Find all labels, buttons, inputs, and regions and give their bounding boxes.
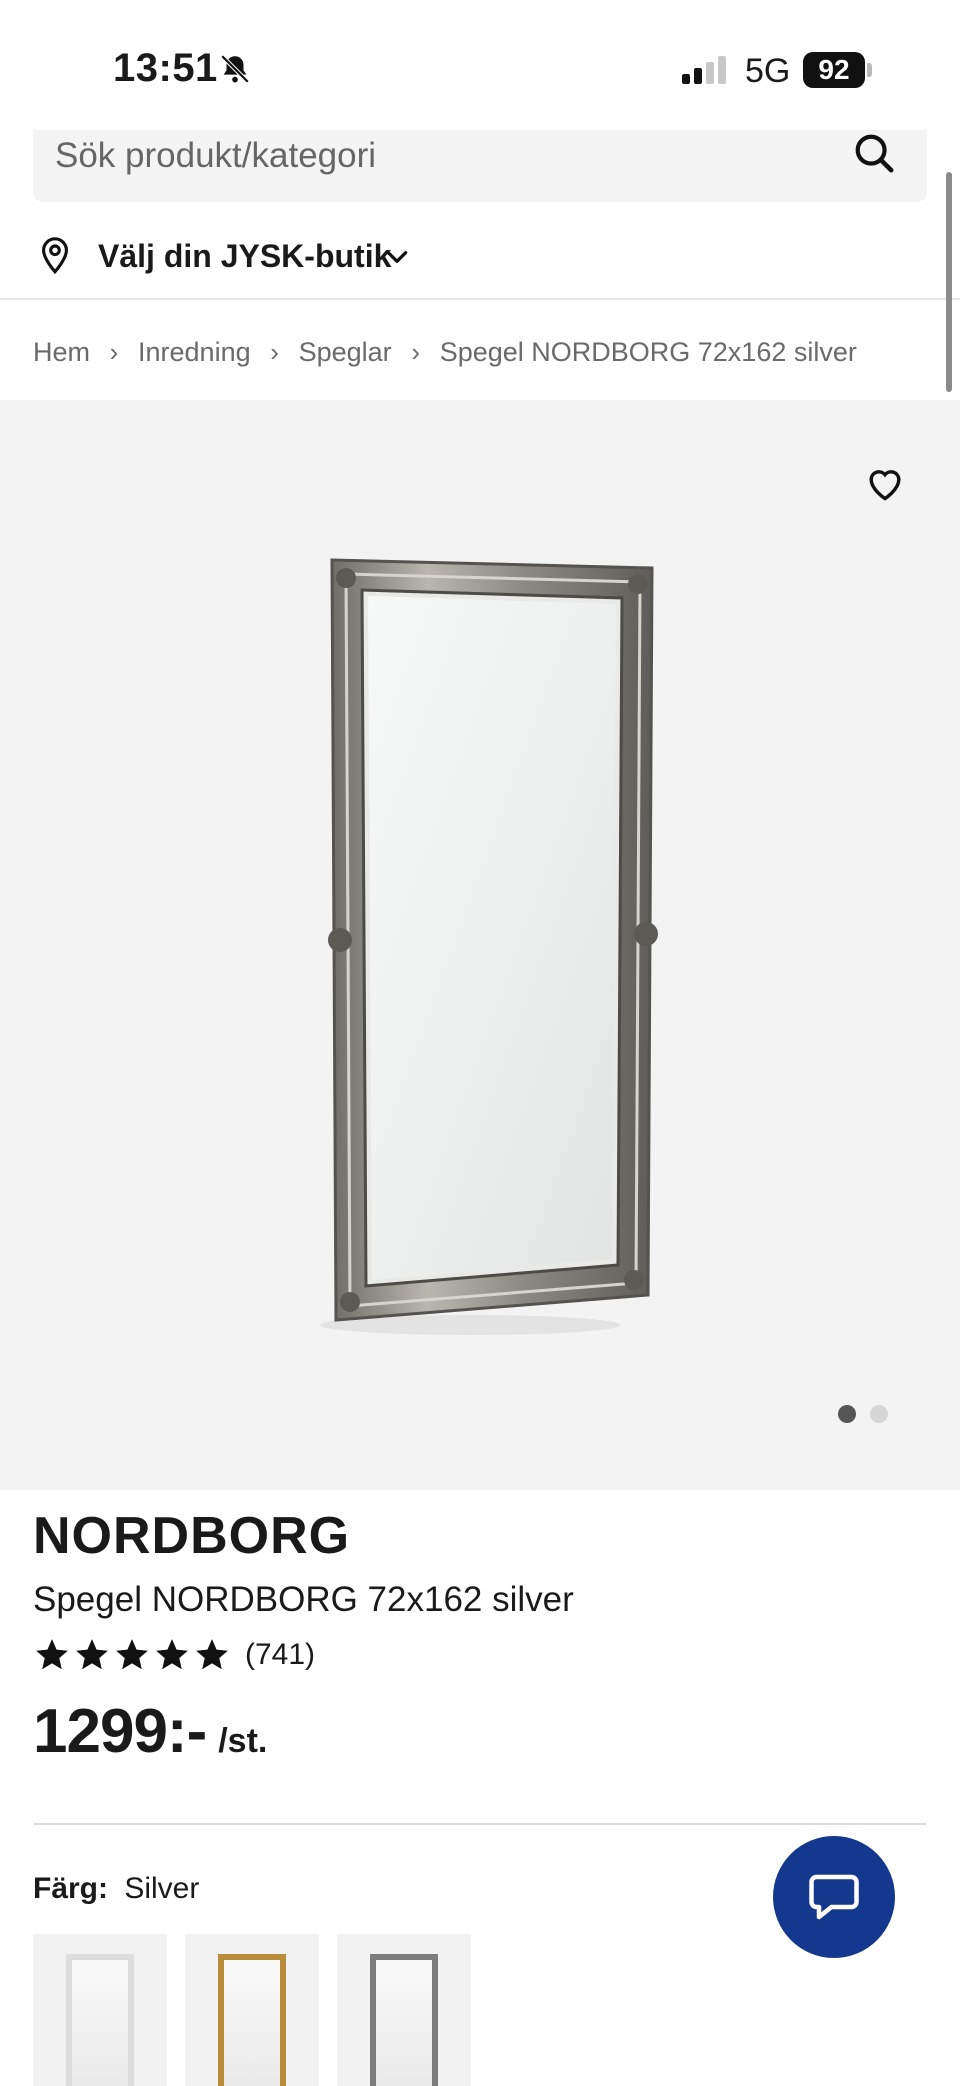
product-brand: NORDBORG: [33, 1507, 351, 1565]
chat-button[interactable]: [773, 1836, 895, 1958]
breadcrumb-item-inredning[interactable]: Inredning: [138, 337, 251, 368]
chevron-down-icon: [386, 251, 408, 263]
gallery-pagination: [838, 1405, 888, 1423]
star-icon: [116, 1639, 148, 1670]
swatch-image: [66, 1954, 134, 2086]
star-icon: [36, 1639, 68, 1670]
swatch-grey[interactable]: [337, 1934, 471, 2086]
store-selector-label: Välj din JYSK-butik: [98, 238, 392, 274]
review-count: (741): [245, 1638, 316, 1671]
status-bar: 13:51 5G 92: [0, 0, 960, 135]
breadcrumb-item-speglar[interactable]: Speglar: [299, 337, 392, 368]
product-name: Spegel NORDBORG 72x162 silver: [33, 1580, 574, 1619]
store-selector[interactable]: Välj din JYSK-butik: [0, 220, 960, 300]
star-icon: [196, 1639, 228, 1670]
chat-bubble-icon: [809, 1874, 859, 1920]
breadcrumb-separator: ›: [411, 336, 421, 367]
color-selector-label: Färg: Silver: [33, 1872, 199, 1906]
gallery-dot[interactable]: [870, 1405, 888, 1423]
rating-stars: [33, 1636, 231, 1674]
star-icon: [156, 1639, 188, 1670]
search-placeholder: Sök produkt/kategori: [55, 136, 377, 175]
location-pin-icon: [41, 237, 69, 275]
breadcrumb-separator: ›: [270, 336, 279, 367]
network-type: 5G: [745, 52, 791, 90]
price-row: 1299:- /st.: [33, 1696, 267, 1767]
battery-tip: [867, 63, 872, 77]
battery-icon: 92: [803, 52, 873, 88]
divider: [33, 1823, 927, 1825]
scrollbar[interactable]: [946, 172, 952, 392]
color-swatches: [33, 1934, 471, 2086]
color-value: Silver: [124, 1872, 200, 1905]
bell-muted-icon: [220, 54, 250, 84]
cellular-signal-icon: [682, 56, 726, 84]
color-label: Färg:: [33, 1872, 108, 1905]
swatch-gold[interactable]: [185, 1934, 319, 2086]
search-input[interactable]: Sök produkt/kategori: [33, 130, 927, 202]
product-rating[interactable]: (741): [33, 1636, 315, 1674]
breadcrumb-separator: ›: [109, 336, 119, 367]
product-price: 1299:-: [33, 1697, 207, 1766]
search-icon[interactable]: [851, 130, 897, 176]
product-gallery[interactable]: [0, 400, 960, 1490]
status-time: 13:51: [113, 46, 218, 90]
swatch-image: [218, 1954, 286, 2086]
heart-icon[interactable]: [864, 464, 906, 502]
price-unit: /st.: [218, 1722, 268, 1760]
star-icon: [76, 1639, 108, 1670]
breadcrumb: Hem › Inredning › Speglar › Spegel NORDB…: [33, 332, 857, 372]
battery-level: 92: [803, 52, 865, 88]
swatch-image: [370, 1954, 438, 2086]
breadcrumb-item-hem[interactable]: Hem: [33, 337, 90, 368]
gallery-dot-active[interactable]: [838, 1405, 856, 1423]
breadcrumb-item-current: Spegel NORDBORG 72x162 silver: [439, 336, 857, 367]
swatch-silver[interactable]: [33, 1934, 167, 2086]
product-image: [320, 558, 658, 1335]
